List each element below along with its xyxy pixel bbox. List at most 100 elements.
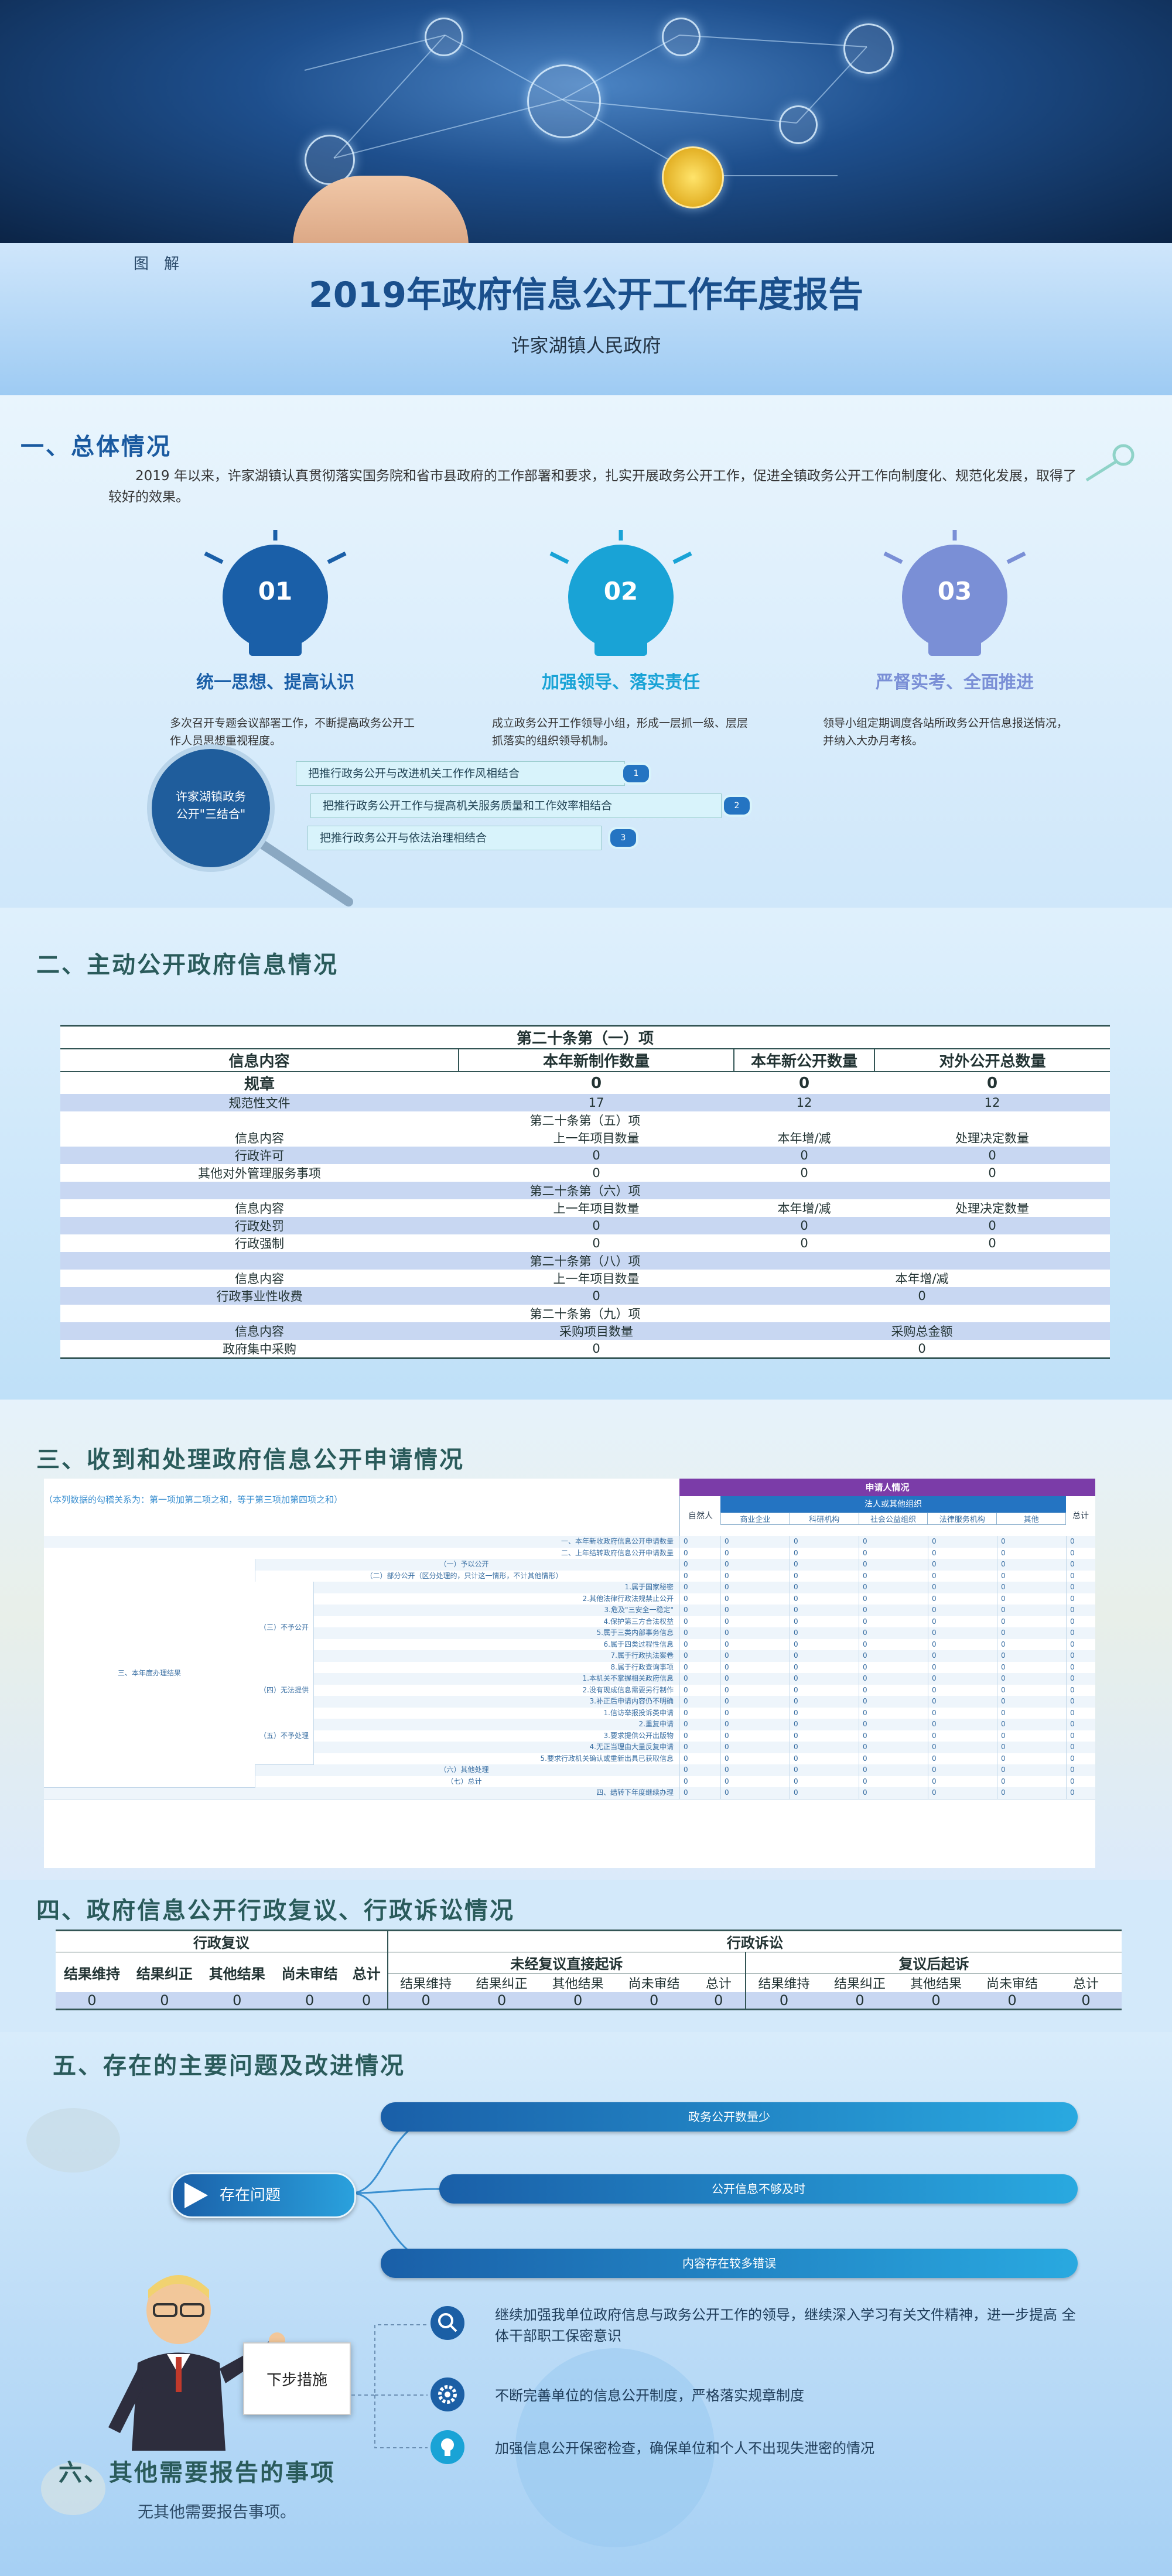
table-cell: 12 xyxy=(734,1094,874,1111)
table-cell: 0 xyxy=(859,1684,928,1696)
table-cell: 0 xyxy=(790,1719,859,1730)
row-label: 3.要求提供公开出版物 xyxy=(603,1731,674,1740)
row-label: （六）其他处理 xyxy=(439,1766,489,1774)
table-cell: 0 xyxy=(273,1992,346,2009)
review-table: 行政复议 行政诉讼 结果维持 结果纠正 其他结果 尚未审结 总计 未经复议直接起… xyxy=(56,1930,1122,2010)
table-cell: 0 xyxy=(790,1696,859,1708)
table-cell: 0 xyxy=(720,1616,790,1627)
problem-item: 政务公开数量少 xyxy=(381,2102,1078,2132)
row-label: 四、结转下年度继续办理 xyxy=(596,1788,674,1797)
bulb-number: 01 xyxy=(258,577,293,605)
table-cell: 0 xyxy=(997,1753,1066,1764)
table-cell: 0 xyxy=(928,1661,997,1673)
bulb-number: 03 xyxy=(937,577,972,605)
table-cell: 0 xyxy=(973,1992,1050,2009)
table-cell: 0 xyxy=(928,1616,997,1627)
row-label: 4.保护第三方合法权益 xyxy=(603,1617,674,1626)
table-cell: 0 xyxy=(928,1696,997,1708)
header-photo xyxy=(0,0,1172,243)
table-cell: 0 xyxy=(459,1287,734,1305)
table-cell: 0 xyxy=(1066,1719,1095,1730)
table-cell: 0 xyxy=(997,1661,1066,1673)
table-cell: 0 xyxy=(859,1787,928,1799)
table-cell: 0 xyxy=(463,1992,540,2009)
table-cell: 0 xyxy=(539,1992,616,2009)
column-header: 其他结果 xyxy=(552,1977,604,1992)
table-cell: 0 xyxy=(859,1696,928,1708)
table-cell: 0 xyxy=(997,1764,1066,1776)
table-cell: 0 xyxy=(997,1605,1066,1616)
table-cell: 0 xyxy=(997,1650,1066,1662)
table-cell: 0 xyxy=(1066,1730,1095,1742)
table-cell: 0 xyxy=(928,1719,997,1730)
table-cell: 0 xyxy=(679,1673,720,1685)
table-cell: 0 xyxy=(734,1287,1111,1305)
row-label: 5.属于三类内部事务信息 xyxy=(596,1629,674,1637)
table-cell: 0 xyxy=(790,1730,859,1742)
row-group-label: 三、本年度办理结果 xyxy=(44,1559,255,1788)
bulb-number: 02 xyxy=(603,577,638,605)
measure-text: 继续加强我单位政府信息与政务公开工作的领导，继续深入学习有关文件精神，进一步提高… xyxy=(495,2307,1076,2344)
table-cell: 0 xyxy=(790,1650,859,1662)
table-cell: 0 xyxy=(859,1616,928,1627)
table-cell: 0 xyxy=(720,1536,790,1548)
table-cell: 0 xyxy=(790,1742,859,1753)
table-cell: 0 xyxy=(1066,1605,1095,1616)
table-cell: 0 xyxy=(679,1570,720,1582)
table-cell: 0 xyxy=(988,1236,996,1250)
table-cell: 0 xyxy=(616,1992,692,2009)
table-cell: 0 xyxy=(859,1547,928,1559)
column-header: 结果维持 xyxy=(758,1977,810,1992)
table-cell: 0 xyxy=(679,1696,720,1708)
section-heading: 三、收到和处理政府信息公开申请情况 xyxy=(36,1446,464,1473)
table-cell: 0 xyxy=(720,1730,790,1742)
table-cell: 0 xyxy=(859,1638,928,1650)
table-cell: 0 xyxy=(790,1570,859,1582)
table-cell: 0 xyxy=(720,1742,790,1753)
lightbulb-icon xyxy=(430,2430,464,2464)
column-header: 对外公开总数量 xyxy=(874,1049,1111,1072)
row-group-label: （三）不予公开 xyxy=(255,1582,314,1674)
problems-label: 存在问题 xyxy=(220,2187,281,2204)
table-cell: 0 xyxy=(720,1719,790,1730)
table-cell: 0 xyxy=(1066,1753,1095,1764)
column-header: 其他结果 xyxy=(910,1977,962,1992)
table-cell: 0 xyxy=(928,1707,997,1719)
table-cell: 0 xyxy=(928,1559,997,1571)
section-overview: 一、总体情况 2019 年以来，许家湖镇认真贯彻落实国务院和省市县政府的工作部署… xyxy=(0,395,1172,908)
row-label: 1.本机关不掌握相关政府信息 xyxy=(582,1674,674,1682)
table-cell: 0 xyxy=(720,1605,790,1616)
column-header: 结果纠正 xyxy=(833,1977,886,1992)
table-cell: 0 xyxy=(1066,1616,1095,1627)
decor-circle xyxy=(26,2108,120,2173)
table-cell: 0 xyxy=(997,1742,1066,1753)
table-cell: 0 xyxy=(790,1547,859,1559)
table-cell: 0 xyxy=(859,1742,928,1753)
table-cell: 0 xyxy=(734,1147,874,1164)
table-cell: 0 xyxy=(859,1661,928,1673)
table-cell: 0 xyxy=(200,1992,274,2009)
table-cell: 0 xyxy=(997,1536,1066,1548)
column-header: 信息内容 xyxy=(235,1272,284,1286)
table-cell: 0 xyxy=(459,1147,734,1164)
section-issues: 五、存在的主要问题及改进情况 存在问题 政务公开数量少 公开信息不够及时 内容存… xyxy=(0,2032,1172,2576)
table-cell: 0 xyxy=(1066,1650,1095,1662)
point-label: 把推行政务公开工作与提高机关服务质量和工作效率相结合 xyxy=(310,793,722,818)
column-header: 总计 xyxy=(1072,1977,1099,1992)
table-cell: 0 xyxy=(997,1776,1066,1787)
column-header: 总计 xyxy=(346,1952,388,1992)
table-row: 二、上年结转政府信息公开申请数量 0 0 0 0 0 0 0 xyxy=(44,1547,1095,1559)
legal-entity-cols: 商业企业 科研机构 社会公益组织 法律服务机构 其他 xyxy=(720,1513,1066,1525)
table-cell: 0 xyxy=(790,1559,859,1571)
table-cell: 0 xyxy=(679,1661,720,1673)
column-header: 本年增/减 xyxy=(777,1131,831,1145)
column-header: 本年新制作数量 xyxy=(459,1049,734,1072)
row-label: 2.重复申请 xyxy=(638,1720,674,1728)
table-cell: 0 xyxy=(859,1764,928,1776)
problem-item: 内容存在较多错误 xyxy=(381,2249,1078,2278)
row-label: （一）予以公开 xyxy=(439,1560,489,1568)
section-heading: 五、存在的主要问题及改进情况 xyxy=(53,2052,405,2079)
bulb-text: 成立政务公开工作领导小组，形成一层抓一级、层层抓落实的组织领导机制。 xyxy=(492,717,749,747)
requests-table: 申请人情况 法人或其他组织 自然人 总计 商业企业 科研机构 社会公益组织 法律服务机… xyxy=(44,1479,1095,1868)
table-cell: 0 xyxy=(1066,1627,1095,1639)
